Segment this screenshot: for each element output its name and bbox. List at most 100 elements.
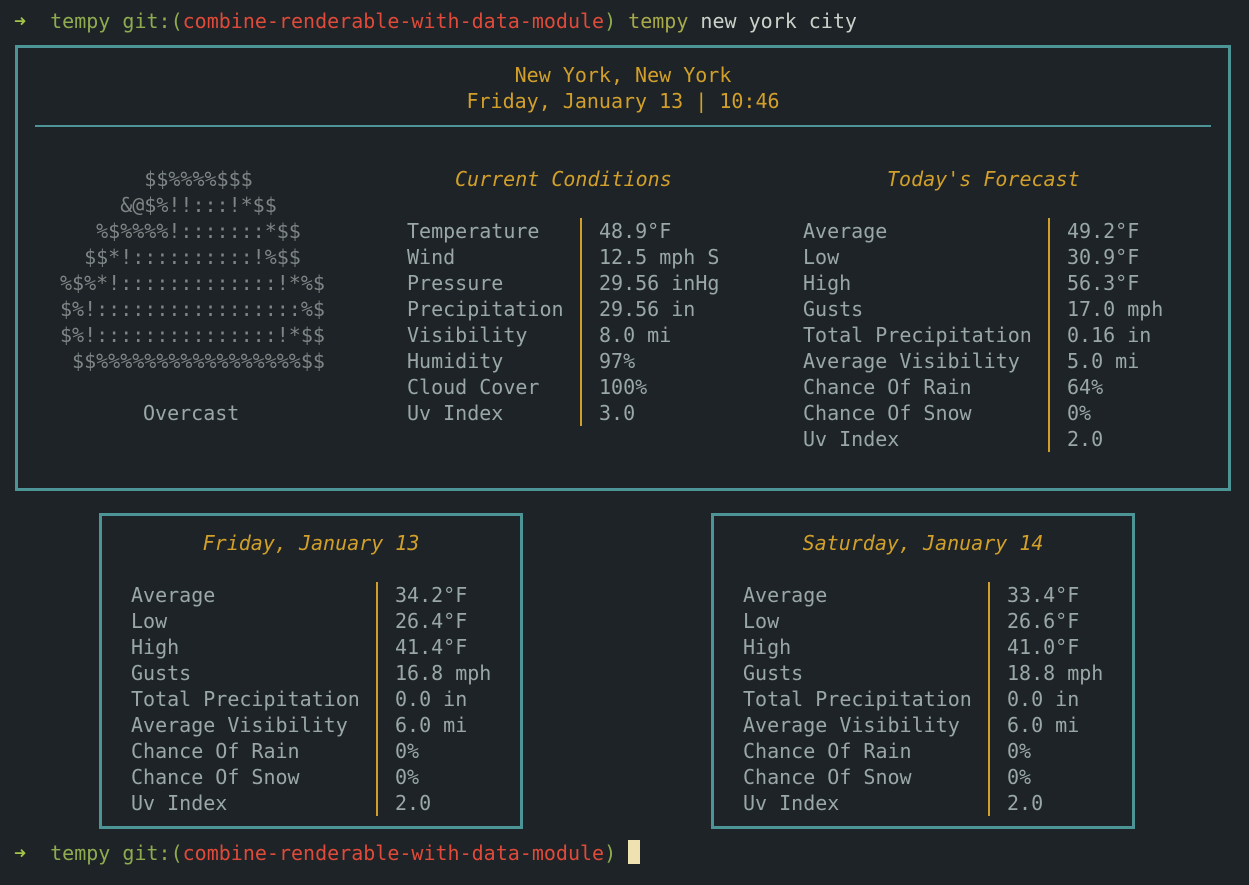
location-title: New York, New York xyxy=(514,63,732,87)
table-row: Average Visibility 6.0 mi xyxy=(743,712,1103,738)
row-value: 0% xyxy=(395,765,420,789)
row-value: 6.0 mi xyxy=(1007,713,1080,737)
ascii-art-line: $$%%%%%%%%%%%%%%%%%$$ xyxy=(60,349,325,373)
table-row: Chance Of Snow 0% xyxy=(803,400,1163,426)
table-row: Uv Index 2.0 xyxy=(131,790,491,816)
git-suffix: ) xyxy=(604,9,617,33)
row-value: 16.8 mph xyxy=(395,661,492,685)
row-value: 41.4°F xyxy=(395,635,468,659)
current-weather-panel: New York, New York Friday, January 13 | … xyxy=(15,45,1231,491)
row-label: Wind xyxy=(407,245,456,269)
day-panel-friday: Friday, January 13 Average 34.2°F Low 26.4°… xyxy=(99,513,523,829)
table-row: Total Precipitation 0.16 in xyxy=(803,322,1163,348)
ascii-art-line: $%!:::::::::::::::::%$ xyxy=(60,297,325,321)
table-row: Uv Index 2.0 xyxy=(803,426,1163,452)
condition-label: Overcast xyxy=(143,401,240,425)
row-label: Gusts xyxy=(131,661,192,685)
row-value: 97% xyxy=(599,349,636,373)
row-value: 2.0 xyxy=(1067,427,1104,451)
command-name: tempy xyxy=(628,9,689,33)
table-row: Average 33.4°F xyxy=(743,582,1103,608)
row-label: Average xyxy=(131,583,216,607)
row-label: Chance Of Snow xyxy=(743,765,912,789)
row-label: High xyxy=(743,635,792,659)
day-divider xyxy=(376,582,378,816)
row-value: 0% xyxy=(1007,739,1032,763)
row-label: Visibility xyxy=(407,323,528,347)
row-value: 3.0 xyxy=(599,401,636,425)
table-row: Chance Of Rain 0% xyxy=(131,738,491,764)
command-args: new york city xyxy=(700,9,857,33)
row-value: 2.0 xyxy=(1007,791,1044,815)
row-value: 29.56 in xyxy=(599,297,696,321)
text-cursor[interactable] xyxy=(628,840,641,864)
git-prefix: git:( xyxy=(122,9,183,33)
row-value: 49.2°F xyxy=(1067,219,1140,243)
forecast-divider xyxy=(1048,218,1050,452)
table-row: Chance Of Rain 0% xyxy=(743,738,1103,764)
row-value: 18.8 mph xyxy=(1007,661,1104,685)
table-row: Low 30.9°F xyxy=(803,244,1163,270)
forecast-title: Today's Forecast xyxy=(887,167,1080,191)
row-label: Humidity xyxy=(407,349,504,373)
table-row: Precipitation 29.56 in xyxy=(407,296,719,322)
table-row: Chance Of Rain 64% xyxy=(803,374,1163,400)
table-row: Total Precipitation 0.0 in xyxy=(743,686,1103,712)
day-forecast-table: Average 33.4°F Low 26.6°F High 41.0°F Gusts 18.… xyxy=(743,582,1103,816)
header-divider xyxy=(35,125,1211,127)
row-label: Low xyxy=(131,609,168,633)
day-title: Saturday, January 14 xyxy=(802,531,1044,555)
row-label: Pressure xyxy=(407,271,504,295)
prompt-dir: tempy xyxy=(50,841,111,865)
day-panel-saturday: Saturday, January 14 Average 33.4°F Low 26.… xyxy=(711,513,1135,829)
table-row: Gusts 16.8 mph xyxy=(131,660,491,686)
row-value: 12.5 mph S xyxy=(599,245,720,269)
row-label: Temperature xyxy=(407,219,540,243)
row-value: 34.2°F xyxy=(395,583,468,607)
row-value: 0% xyxy=(1007,765,1032,789)
row-value: 48.9°F xyxy=(599,219,672,243)
table-row: Uv Index 3.0 xyxy=(407,400,719,426)
table-row: Pressure 29.56 inHg xyxy=(407,270,719,296)
ascii-art-line: &@$%!!:::!*$$ xyxy=(60,193,277,217)
git-branch: combine-renderable-with-data-module xyxy=(182,841,605,865)
row-value: 41.0°F xyxy=(1007,635,1080,659)
current-conditions-title: Current Conditions xyxy=(455,167,672,191)
conditions-divider xyxy=(580,218,582,426)
table-row: Low 26.6°F xyxy=(743,608,1103,634)
row-label: High xyxy=(131,635,180,659)
table-row: High 41.4°F xyxy=(131,634,491,660)
prompt-arrow-icon: ➜ xyxy=(14,9,27,33)
table-row: Average 34.2°F xyxy=(131,582,491,608)
table-row: Average Visibility 6.0 mi xyxy=(131,712,491,738)
table-row: Uv Index 2.0 xyxy=(743,790,1103,816)
table-row: Gusts 18.8 mph xyxy=(743,660,1103,686)
ascii-art-line: %$%*!:::::::::::::!*%$ xyxy=(60,271,325,295)
day-forecast-table: Average 34.2°F Low 26.4°F High 41.4°F Gusts 16.… xyxy=(131,582,491,816)
row-label: Low xyxy=(803,245,840,269)
row-label: Average Visibility xyxy=(803,349,1020,373)
prompt-line[interactable]: ➜ tempy git:(combine-renderable-with-dat… xyxy=(14,840,641,866)
table-row: High 41.0°F xyxy=(743,634,1103,660)
prompt-arrow-icon: ➜ xyxy=(14,841,27,865)
row-label: Total Precipitation xyxy=(743,687,972,711)
row-label: Average xyxy=(743,583,828,607)
row-label: Total Precipitation xyxy=(131,687,360,711)
git-suffix: ) xyxy=(604,841,617,865)
row-label: Uv Index xyxy=(131,791,228,815)
table-row: Temperature 48.9°F xyxy=(407,218,719,244)
row-value: 56.3°F xyxy=(1067,271,1140,295)
row-label: Uv Index xyxy=(407,401,504,425)
row-value: 30.9°F xyxy=(1067,245,1140,269)
row-label: Average Visibility xyxy=(131,713,348,737)
row-value: 0% xyxy=(395,739,420,763)
row-label: Gusts xyxy=(803,297,864,321)
row-value: 64% xyxy=(1067,375,1104,399)
git-prefix: git:( xyxy=(122,841,183,865)
row-label: Uv Index xyxy=(803,427,900,451)
table-row: Low 26.4°F xyxy=(131,608,491,634)
row-value: 100% xyxy=(599,375,648,399)
row-value: 26.4°F xyxy=(395,609,468,633)
row-label: Chance Of Rain xyxy=(131,739,300,763)
datetime-subtitle: Friday, January 13 | 10:46 xyxy=(466,89,780,113)
